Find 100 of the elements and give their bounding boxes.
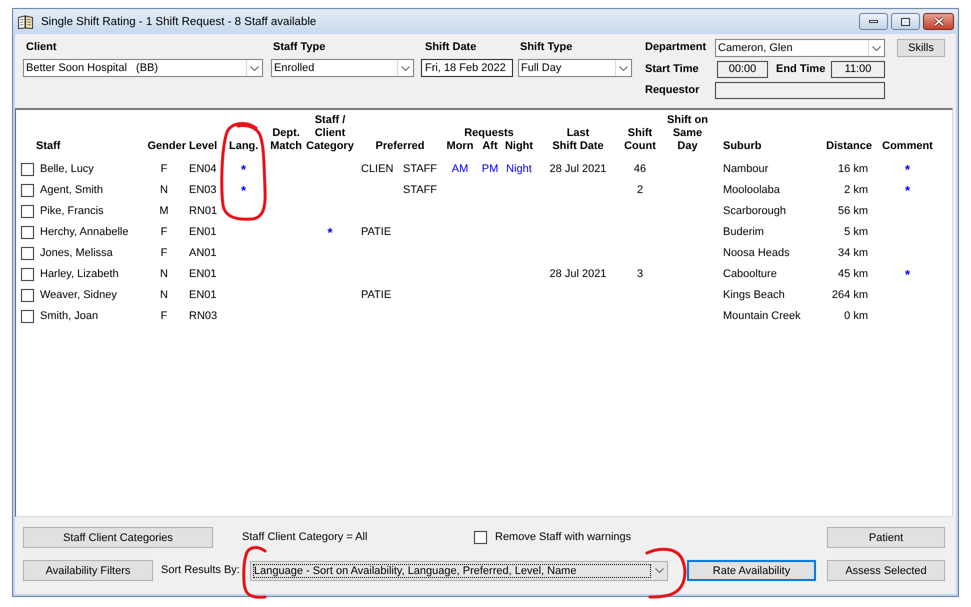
availability-filters-button[interactable]: Availability Filters (23, 560, 153, 581)
client-dropdown[interactable]: Better Soon Hospital (BB) (23, 59, 263, 77)
row-checkbox[interactable] (21, 289, 34, 302)
end-time-field[interactable]: 11:00 (831, 61, 885, 78)
suburb-name: Nambour (723, 162, 768, 177)
level-code: RN01 (189, 204, 218, 219)
staff-name: Jones, Melissa (40, 246, 113, 261)
request-text: Night (506, 162, 532, 177)
rate-availability-button[interactable]: Rate Availability (687, 560, 816, 581)
chevron-down-icon (619, 66, 628, 70)
start-time-label: Start Time (645, 62, 700, 77)
column-header: Gender (147, 140, 186, 153)
gender-text: N (160, 288, 168, 303)
request-text: PM (482, 162, 498, 177)
chevron-down-icon (401, 66, 410, 70)
gender-text: N (160, 183, 168, 198)
patient-button[interactable]: Patient (827, 527, 945, 548)
sort-dropdown[interactable]: Language - Sort on Availability, Language, Preferred, Level, Name (250, 560, 668, 580)
row-checkbox[interactable] (21, 163, 34, 176)
minimize-button[interactable] (859, 13, 888, 30)
minimize-icon (869, 20, 878, 23)
level-code: EN03 (189, 183, 217, 198)
column-header: Level (189, 140, 218, 153)
suburb-name: Buderim (723, 225, 764, 240)
level-code: EN01 (189, 225, 217, 240)
staff-name: Belle, Lucy (40, 162, 94, 177)
suburb-name: Noosa Heads (723, 246, 790, 261)
chevron-down-icon (654, 568, 664, 573)
distance-value: 5 km (844, 225, 868, 240)
column-header: Shift Count (624, 127, 656, 153)
shift-type-label: Shift Type (520, 40, 572, 55)
shift-type-dropdown[interactable]: Full Day (518, 59, 632, 77)
column-header: Lang. (229, 140, 258, 153)
gender-text: N (160, 267, 168, 282)
distance-value: 0 km (844, 309, 868, 324)
start-time-field[interactable]: 00:00 (717, 61, 768, 78)
last-shift-date: 28 Jul 2021 (550, 267, 606, 282)
skills-button[interactable]: Skills (897, 39, 945, 57)
maximize-button[interactable] (891, 13, 920, 30)
suburb-name: Mountain Creek (723, 309, 801, 324)
column-header: Dept. Match (270, 127, 302, 153)
level-code: EN01 (189, 288, 217, 303)
row-checkbox[interactable] (21, 310, 34, 323)
chevron-down-icon (872, 46, 881, 50)
shift-count: 46 (634, 162, 646, 177)
column-header: Aft (482, 140, 498, 153)
suburb-name: Caboolture (723, 267, 777, 282)
column-header: Suburb (723, 140, 762, 153)
category-filter-text: Staff Client Category = All (242, 530, 368, 545)
preferred-text: PATIE (361, 288, 392, 303)
book-icon (18, 14, 33, 28)
category-mark: * (327, 225, 333, 240)
suburb-name: Kings Beach (723, 288, 785, 303)
suburb-name: Scarborough (723, 204, 786, 219)
sort-label: Sort Results By: (161, 563, 240, 578)
staff-name: Herchy, Annabelle (40, 225, 128, 240)
row-checkbox[interactable] (21, 268, 34, 281)
gender-text: F (160, 309, 168, 324)
chevron-down-icon (250, 66, 259, 70)
row-checkbox[interactable] (21, 247, 34, 260)
staff-name: Agent, Smith (40, 183, 103, 198)
requestor-field[interactable] (715, 82, 885, 99)
column-header: Distance (826, 140, 872, 153)
comment-mark: * (904, 162, 910, 177)
level-code: RN03 (189, 309, 218, 324)
last-shift-date: 28 Jul 2021 (550, 162, 606, 177)
department-dropdown[interactable]: Cameron, Glen (715, 39, 885, 57)
distance-value: 2 km (844, 183, 868, 198)
row-checkbox[interactable] (21, 205, 34, 218)
gender-text: F (160, 225, 168, 240)
distance-value: 16 km (838, 162, 868, 177)
column-header: Staff (36, 140, 60, 153)
preferred-text: PATIE (361, 225, 392, 240)
remove-warnings-checkbox[interactable] (474, 531, 487, 544)
staff-type-label: Staff Type (273, 40, 326, 55)
suburb-name: Mooloolaba (723, 183, 780, 198)
staff-type-dropdown[interactable]: Enrolled (271, 59, 414, 77)
close-icon (934, 17, 944, 26)
requestor-label: Requestor (645, 83, 700, 98)
staff-name: Weaver, Sidney (40, 288, 117, 303)
column-header: Night (504, 140, 534, 153)
comment-mark: * (904, 267, 910, 282)
preferred-text: STAFF (403, 183, 438, 198)
distance-value: 56 km (838, 204, 868, 219)
shift-date-field[interactable]: Fri, 18 Feb 2022 (421, 59, 513, 77)
level-code: EN04 (189, 162, 217, 177)
shift-date-label: Shift Date (425, 40, 476, 55)
maximize-icon (901, 18, 910, 26)
client-label: Client (26, 40, 57, 55)
column-header: Preferred (376, 140, 424, 153)
comment-mark: * (904, 183, 910, 198)
row-checkbox[interactable] (21, 184, 34, 197)
close-button[interactable] (923, 13, 954, 30)
row-checkbox[interactable] (21, 226, 34, 239)
preferred-text: STAFF (403, 162, 438, 177)
assess-selected-button[interactable]: Assess Selected (827, 560, 945, 581)
staff-name: Pike, Francis (40, 204, 104, 219)
staff-client-categories-button[interactable]: Staff Client Categories (23, 527, 213, 548)
shift-count: 2 (636, 183, 644, 198)
shift-count: 3 (636, 267, 644, 282)
